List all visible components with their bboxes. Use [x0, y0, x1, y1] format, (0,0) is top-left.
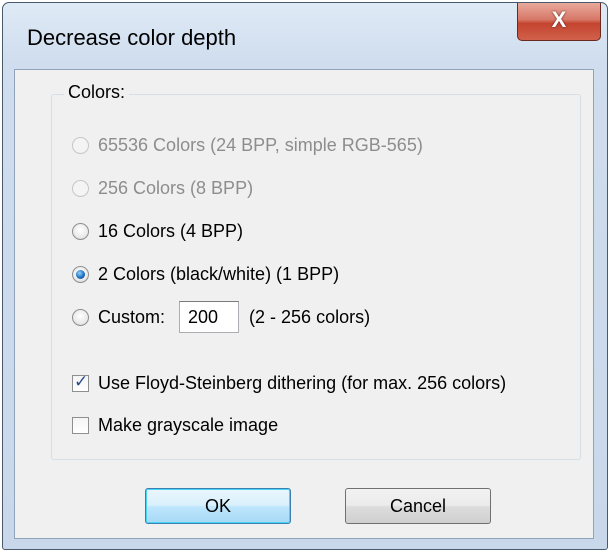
close-button[interactable]: X [517, 3, 601, 41]
radio-button-icon [72, 308, 89, 326]
radio-16-colors[interactable]: 16 Colors (4 BPP) [72, 221, 243, 242]
radio-button-icon [72, 180, 89, 197]
radio-button-icon [72, 223, 89, 240]
colors-group-label: Colors: [64, 82, 130, 103]
radio-label-2: 2 Colors (black/white) (1 BPP) [98, 264, 340, 284]
grayscale-checkbox-row[interactable]: Make grayscale image [72, 415, 278, 436]
radio-2-colors[interactable]: 2 Colors (black/white) (1 BPP) [72, 264, 339, 285]
radio-custom[interactable]: Custom: (2 - 256 colors) [72, 301, 370, 333]
radio-label-custom: Custom: [98, 306, 166, 327]
radio-label-256: 256 Colors (8 BPP) [98, 178, 254, 198]
dithering-label: Use Floyd-Steinberg dithering (for max. … [98, 373, 507, 393]
colors-groupbox: Colors: 65536 Colors (24 BPP, simple RGB… [51, 82, 581, 460]
radio-256-colors[interactable]: 256 Colors (8 BPP) [72, 178, 253, 199]
dialog-title: Decrease color depth [27, 25, 237, 50]
close-icon: X [551, 7, 567, 32]
radio-button-icon [72, 137, 89, 154]
dialog-window: Decrease color depth X Colors: 65536 Col… [2, 2, 608, 550]
ok-button[interactable]: OK [145, 488, 291, 524]
grayscale-label: Make grayscale image [98, 415, 279, 435]
custom-range-hint: (2 - 256 colors) [249, 306, 371, 327]
dithering-checkbox-row[interactable]: Use Floyd-Steinberg dithering (for max. … [72, 372, 507, 394]
cancel-button[interactable]: Cancel [345, 488, 491, 524]
radio-button-selected-icon [72, 266, 89, 283]
radio-label-16: 16 Colors (4 BPP) [98, 221, 244, 241]
checkbox-checked-icon[interactable] [72, 372, 89, 392]
title-bar[interactable]: Decrease color depth X [3, 3, 607, 71]
dialog-client-area: Colors: 65536 Colors (24 BPP, simple RGB… [14, 69, 594, 539]
radio-label-65536: 65536 Colors (24 BPP, simple RGB-565) [98, 135, 423, 155]
radio-65536-colors[interactable]: 65536 Colors (24 BPP, simple RGB-565) [72, 135, 423, 156]
checkbox-unchecked-icon[interactable] [72, 417, 89, 434]
custom-colors-input[interactable] [179, 301, 240, 333]
